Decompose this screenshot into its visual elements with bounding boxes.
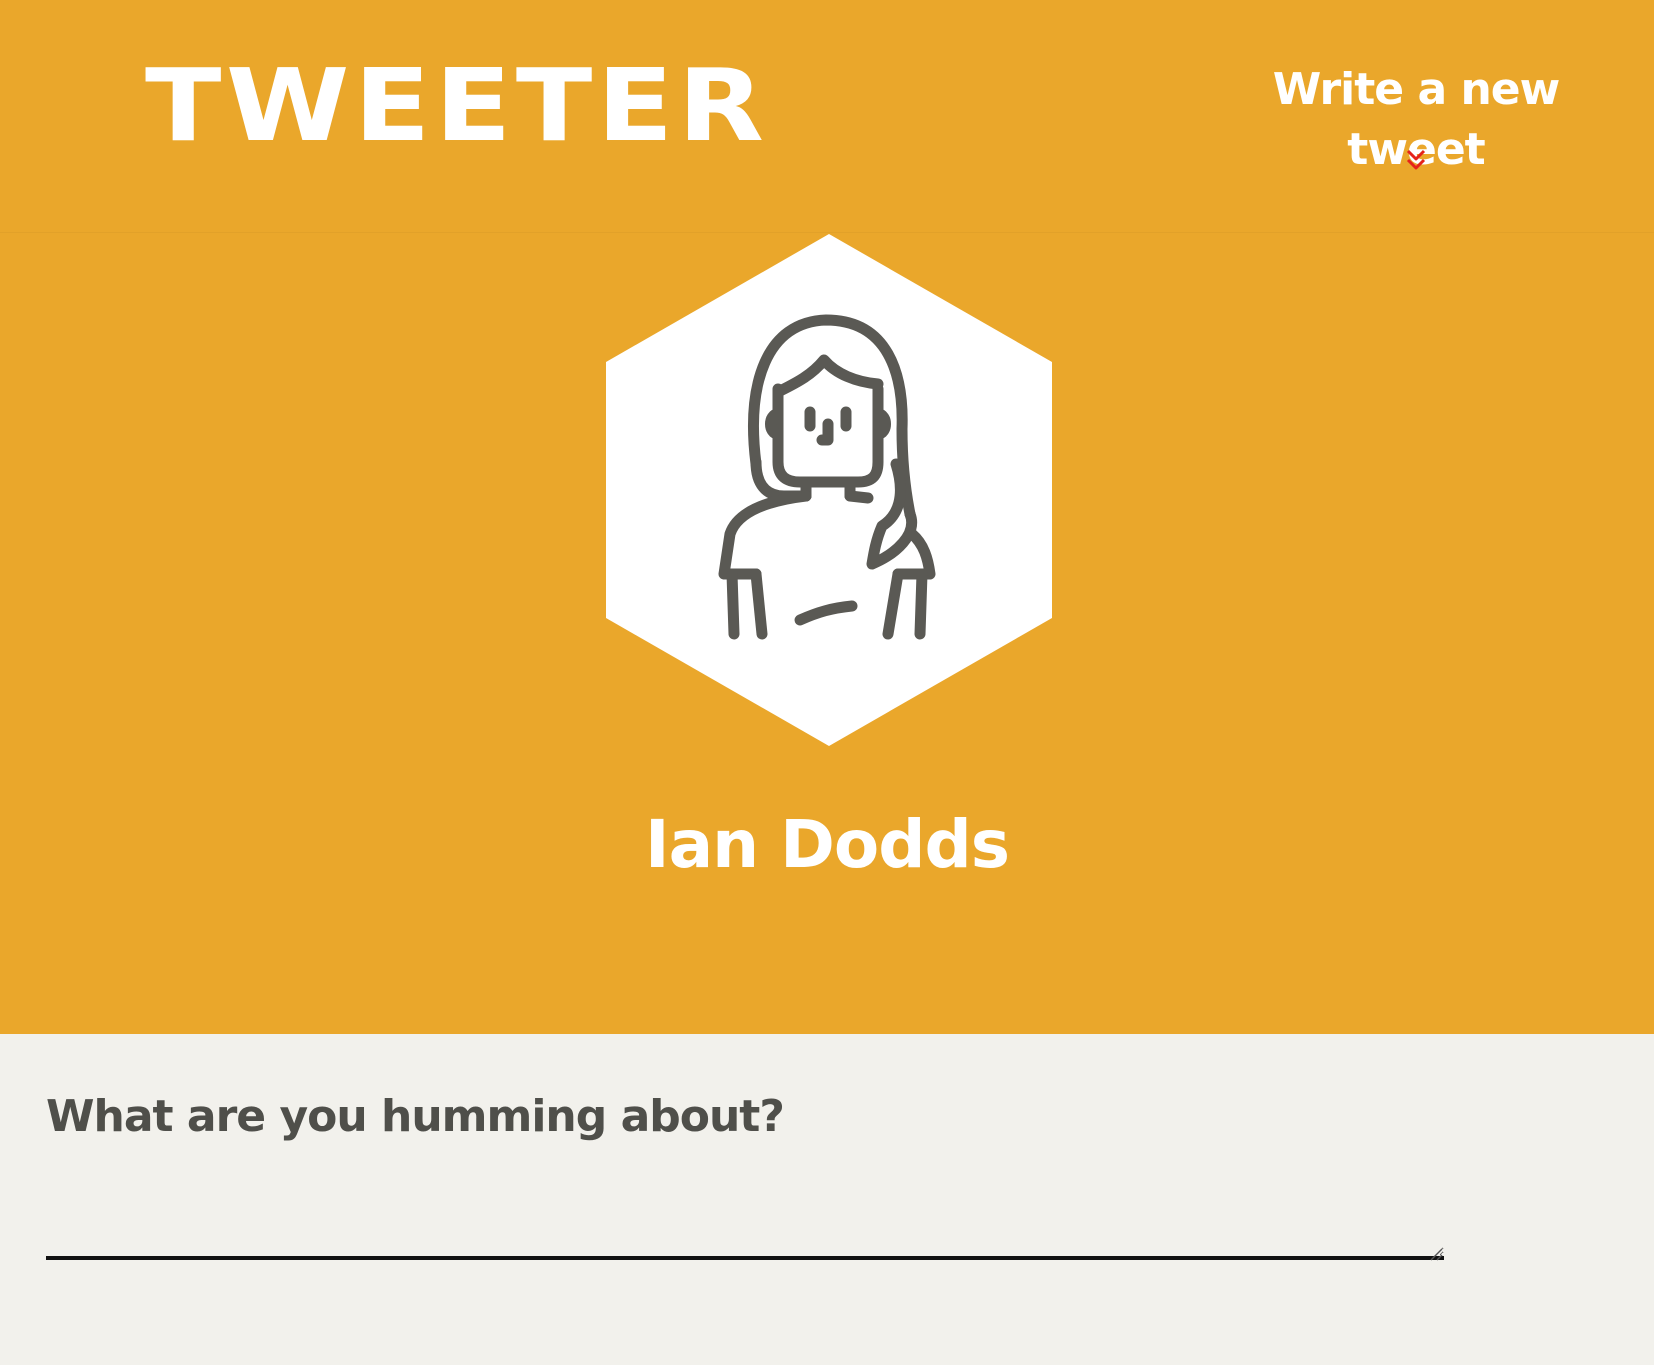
tweet-composer: What are you humming about? (46, 1090, 1446, 1261)
top-nav: TWEETER Write a new tweet (0, 0, 1654, 232)
page: TWEETER Write a new tweet Ian Dodds What… (0, 0, 1654, 1365)
tweet-textarea[interactable] (46, 1180, 1444, 1260)
write-tweet-link[interactable]: Write a new tweet (1226, 60, 1606, 180)
avatar (606, 234, 1052, 746)
resize-handle-icon[interactable] (1428, 1246, 1444, 1262)
double-chevron-down-icon[interactable] (1405, 148, 1427, 172)
avatar-hexagon (606, 234, 1052, 746)
composer-label: What are you humming about? (46, 1091, 785, 1142)
user-name: Ian Dodds (645, 806, 1010, 883)
logo[interactable]: TWEETER (145, 56, 768, 156)
